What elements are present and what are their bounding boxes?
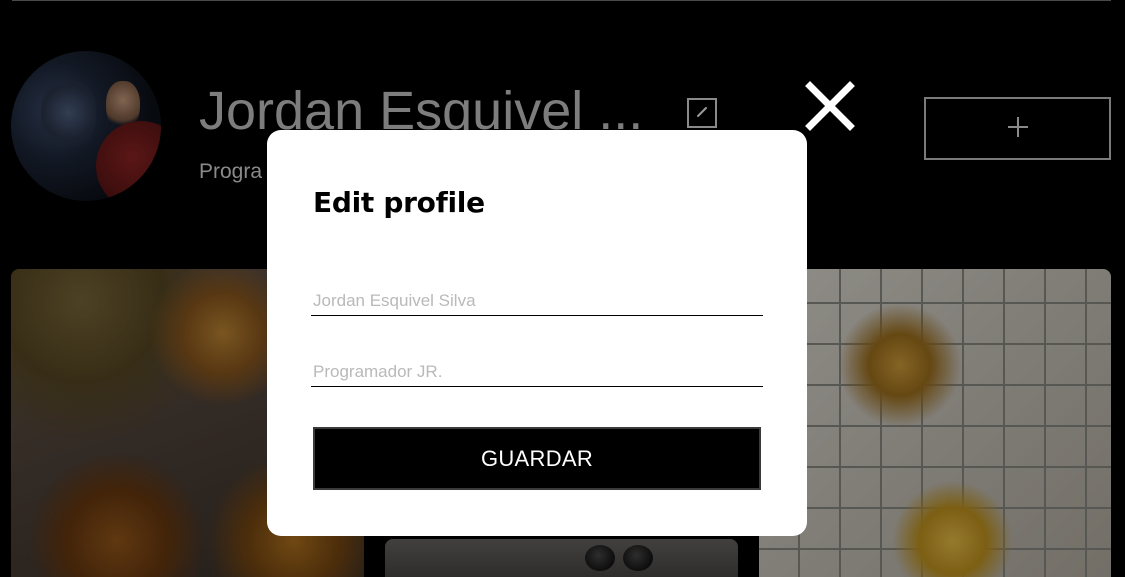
name-input[interactable]: [311, 286, 763, 316]
avatar[interactable]: [11, 51, 161, 201]
photo-pineapple[interactable]: [759, 269, 1111, 577]
save-button[interactable]: GUARDAR: [313, 427, 761, 490]
top-divider: [12, 0, 1111, 1]
edit-profile-button[interactable]: [687, 98, 717, 128]
profile-role: Progra: [199, 160, 263, 183]
close-modal-button[interactable]: [802, 78, 858, 134]
plus-icon: [1007, 116, 1029, 141]
edit-profile-modal: Edit profile GUARDAR: [267, 130, 807, 536]
role-input[interactable]: [311, 357, 763, 387]
close-icon: [802, 81, 858, 137]
add-post-button[interactable]: [924, 97, 1111, 160]
app-root: Jordan Esquivel ... Progra Edit profile …: [0, 0, 1125, 577]
pencil-icon: [695, 105, 709, 122]
modal-title: Edit profile: [313, 186, 485, 219]
photo-ceramics[interactable]: [385, 539, 738, 577]
